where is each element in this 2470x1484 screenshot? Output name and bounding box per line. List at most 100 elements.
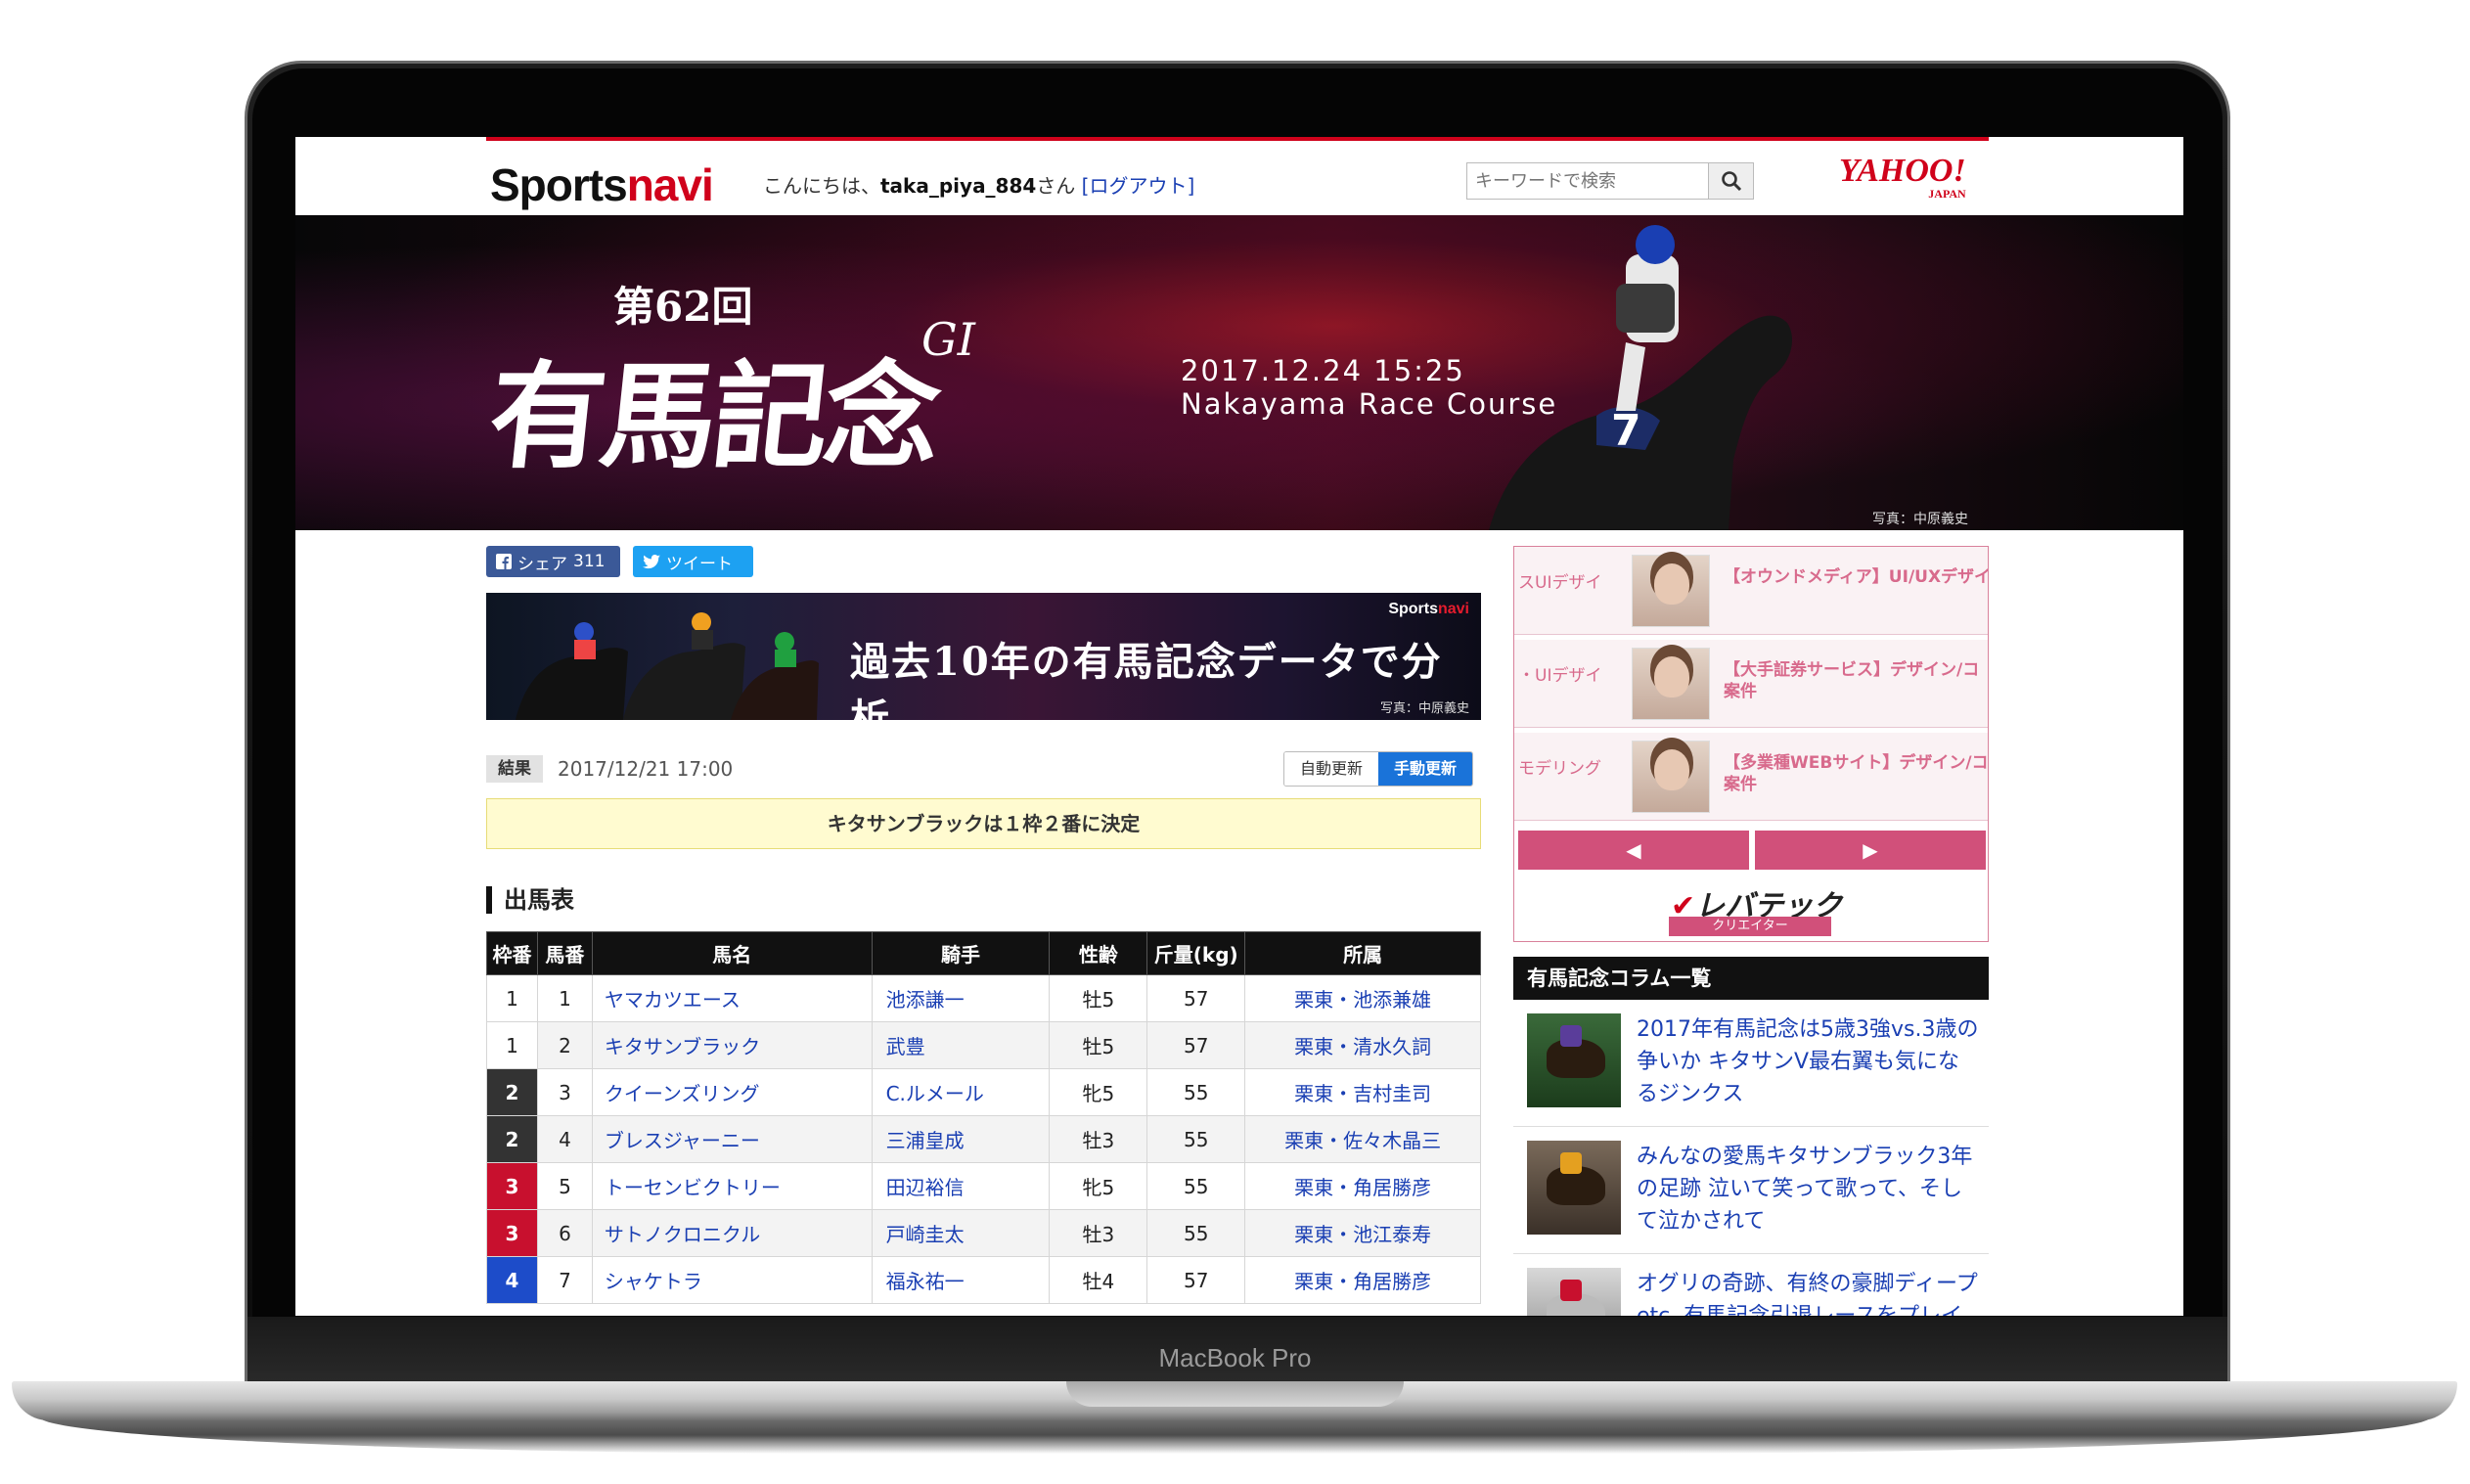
- search-input[interactable]: [1467, 163, 1702, 199]
- stable-link[interactable]: 栗東・角居勝彦: [1244, 1256, 1481, 1304]
- umaban-cell: 2: [536, 1021, 593, 1069]
- column-item-title: 2017年有馬記念は5歳3強vs.3歳の争いか キタサンV最右翼も気になるジンク…: [1637, 1017, 1979, 1106]
- ad-prev-button[interactable]: ◀: [1518, 831, 1749, 870]
- jockey-link[interactable]: 田辺裕信: [871, 1162, 1051, 1210]
- horse-name-link[interactable]: トーセンビクトリー: [591, 1162, 873, 1210]
- yahoo-japan-logo[interactable]: YAHOO! JAPAN: [1839, 155, 1966, 201]
- result-timestamp: 2017/12/21 17:00: [558, 757, 734, 781]
- data-analysis-banner[interactable]: Sportsnavi 過去10年の有馬記念データで分析 写真：中原義史: [486, 593, 1481, 720]
- greeting-prefix: こんにちは、: [763, 174, 880, 198]
- jockey-link[interactable]: 武豊: [871, 1021, 1051, 1069]
- weight-cell: 55: [1146, 1115, 1246, 1163]
- waku-cell: 2: [486, 1115, 538, 1163]
- banner-brand-part2: navi: [1437, 601, 1469, 617]
- column-item[interactable]: 2017年有馬記念は5歳3強vs.3歳の争いか キタサンV最右翼も気になるジンク…: [1513, 1000, 1989, 1127]
- person-photo: [1654, 656, 1689, 697]
- column-item[interactable]: みんなの愛馬キタサンブラック3年の足跡 泣いて笑って歌って、そして泣かされて: [1513, 1127, 1989, 1254]
- waku-cell: 4: [486, 1256, 538, 1304]
- waku-cell: 3: [486, 1209, 538, 1257]
- sportsnavi-logo[interactable]: Sportsnavi: [490, 158, 714, 211]
- ad-item-title-line2: 案件: [1724, 682, 1757, 701]
- sex-age-cell: 牡3: [1049, 1209, 1148, 1257]
- hero-grade: GI: [921, 313, 975, 366]
- facebook-share-label: シェア: [517, 554, 567, 574]
- jockey-link[interactable]: 戸崎圭太: [871, 1209, 1051, 1257]
- columns-panel-title: 有馬記念コラム一覧: [1513, 957, 1989, 1000]
- banner-horses-image: [516, 612, 819, 720]
- horse-name-link[interactable]: ヤマカツエース: [591, 974, 873, 1022]
- laptop-base-shadow: [39, 1417, 2431, 1454]
- column-thumbnail: [1527, 1141, 1621, 1235]
- facebook-share-button[interactable]: シェア 311: [486, 546, 620, 577]
- stable-link[interactable]: 栗東・清水久詞: [1244, 1021, 1481, 1069]
- jockey-link[interactable]: 池添謙一: [871, 974, 1051, 1022]
- ad-next-button[interactable]: ▶: [1755, 831, 1986, 870]
- result-tag: 結果: [486, 755, 543, 783]
- banner-brand-part1: Sports: [1388, 601, 1438, 617]
- jockey-link[interactable]: 三浦皇成: [871, 1115, 1051, 1163]
- sex-age-cell: 牡4: [1049, 1256, 1148, 1304]
- weight-cell: 55: [1146, 1068, 1246, 1116]
- username: taka_piya_884: [880, 174, 1037, 198]
- browser-screen: Sportsnavi こんにちは、taka_piya_884さん [ログアウト]…: [295, 137, 2183, 1316]
- ad-panel[interactable]: スUIデザイ 【オウンドメディア】UI/UXデザイ ・UIデザイ 【大手証券サー…: [1513, 546, 1989, 942]
- person-photo: [1654, 563, 1689, 605]
- logo-text-sports: Sports: [490, 159, 628, 210]
- sex-age-cell: 牡3: [1049, 1115, 1148, 1163]
- ad-item[interactable]: スUIデザイ 【オウンドメディア】UI/UXデザイ: [1514, 547, 1989, 635]
- update-toggle: 自動更新 手動更新: [1283, 751, 1474, 787]
- user-greeting: こんにちは、taka_piya_884さん [ログアウト]: [763, 170, 1194, 199]
- ad-item-title: 【オウンドメディア】UI/UXデザイ: [1724, 567, 1989, 587]
- hero-photo-credit: 写真：中原義史: [1872, 512, 1968, 527]
- stable-link[interactable]: 栗東・佐々木晶三: [1244, 1115, 1481, 1163]
- jockey-link[interactable]: 福永祐一: [871, 1256, 1051, 1304]
- col-header-horse: 馬名: [591, 931, 873, 975]
- sex-age-cell: 牝5: [1049, 1068, 1148, 1116]
- umaban-cell: 6: [536, 1209, 593, 1257]
- ad-item[interactable]: ・UIデザイ 【大手証券サービス】デザイン/コ 案件: [1514, 640, 1988, 728]
- horse-name-link[interactable]: シャケトラ: [591, 1256, 873, 1304]
- waku-cell: 1: [486, 1021, 538, 1069]
- sex-age-cell: 牡5: [1049, 974, 1148, 1022]
- manual-update-button[interactable]: 手動更新: [1378, 752, 1473, 786]
- column-thumbnail: [1527, 1268, 1621, 1316]
- col-header-stable: 所属: [1244, 931, 1481, 975]
- col-header-jockey: 騎手: [871, 931, 1051, 975]
- col-header-umaban: 馬番: [536, 931, 593, 975]
- umaban-cell: 3: [536, 1068, 593, 1116]
- stable-link[interactable]: 栗東・角居勝彦: [1244, 1162, 1481, 1210]
- umaban-cell: 5: [536, 1162, 593, 1210]
- search-box: [1466, 162, 1754, 200]
- ad-item-thumbnail: [1632, 741, 1710, 813]
- person-photo: [1654, 749, 1689, 790]
- entries-header-row: 枠番 馬番 馬名 騎手 性齢 斤量(kg) 所属: [486, 931, 1481, 975]
- weight-cell: 57: [1146, 1021, 1246, 1069]
- umaban-cell: 4: [536, 1115, 593, 1163]
- horse-name-link[interactable]: サトノクロニクル: [591, 1209, 873, 1257]
- weight-cell: 55: [1146, 1162, 1246, 1210]
- jockey-link[interactable]: C.ルメール: [871, 1068, 1051, 1116]
- ad-item[interactable]: モデリング 【多業種WEBサイト】デザイン/コ 案件: [1514, 733, 1988, 821]
- facebook-share-count: 311: [573, 552, 606, 571]
- horse-name-link[interactable]: クイーンズリング: [591, 1068, 873, 1116]
- stable-link[interactable]: 栗東・吉村圭司: [1244, 1068, 1481, 1116]
- auto-update-button[interactable]: 自動更新: [1284, 752, 1379, 786]
- hero-datetime: 2017.12.24 15:25: [1181, 354, 1465, 387]
- logout-link[interactable]: [ログアウト]: [1082, 174, 1195, 198]
- horse-name-link[interactable]: ブレスジャーニー: [591, 1115, 873, 1163]
- jockey-photo: [1560, 1025, 1582, 1047]
- search-button[interactable]: [1708, 163, 1753, 199]
- twitter-bird-icon: [643, 554, 660, 568]
- twitter-tweet-button[interactable]: ツイート: [633, 546, 753, 577]
- laptop-model-label: MacBook Pro: [1158, 1343, 1312, 1372]
- twitter-tweet-label: ツイート: [666, 554, 733, 574]
- ad-item-thumbnail: [1632, 648, 1710, 720]
- horse-name-link[interactable]: キタサンブラック: [591, 1021, 873, 1069]
- stable-link[interactable]: 栗東・池江泰寿: [1244, 1209, 1481, 1257]
- entries-table: 枠番 馬番 馬名 騎手 性齢 斤量(kg) 所属 1 1 ヤマカツエース 池添謙…: [486, 931, 1481, 1304]
- column-thumbnail: [1527, 1013, 1621, 1107]
- laptop-notch: [1066, 1381, 1404, 1407]
- stable-link[interactable]: 栗東・池添兼雄: [1244, 974, 1481, 1022]
- jockey-photo: [1560, 1152, 1582, 1174]
- column-item[interactable]: オグリの奇跡、有終の豪脚ディープetc. 有馬記念引退レースをプレイバック: [1513, 1254, 1989, 1316]
